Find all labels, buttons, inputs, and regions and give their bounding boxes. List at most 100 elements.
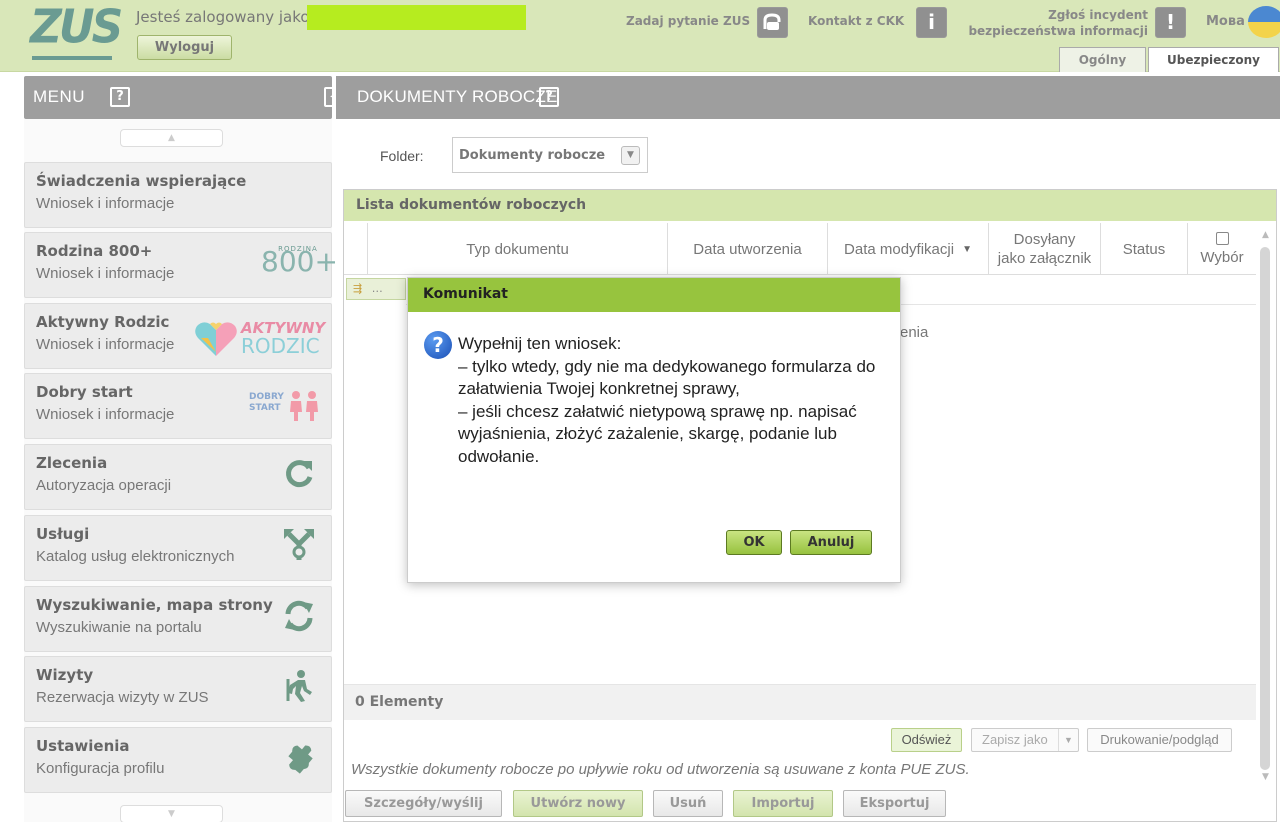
menu-item-search[interactable]: Wyszukiwanie, mapa strony Wyszukiwanie n… [24, 586, 332, 652]
ask-zus-link[interactable]: Zadaj pytanie ZUS [626, 14, 750, 28]
cancel-button[interactable]: Anuluj [790, 530, 872, 555]
scrollbar-thumb[interactable] [1260, 247, 1270, 770]
menu-item-subtitle: Wyszukiwanie na portalu [36, 619, 202, 636]
tab-insured[interactable]: Ubezpieczony [1148, 47, 1279, 72]
menu-item-active-parent[interactable]: Aktywny Rodzic Wniosek i informacje AKTY… [24, 303, 332, 369]
menu-header: MENU ? ◀ [24, 76, 344, 119]
menu-item-subtitle: Wniosek i informacje [36, 265, 175, 282]
menu-item-visits[interactable]: Wizyty Rezerwacja wizyty w ZUS [24, 656, 332, 722]
save-as-label: Zapisz jako [982, 732, 1048, 747]
create-new-button[interactable]: Utwórz nowy [513, 790, 643, 817]
page-help-icon[interactable]: ? [539, 87, 559, 107]
save-as-button[interactable]: Zapisz jako ▼ [971, 728, 1079, 752]
menu-scroll-up-button[interactable]: ▲ [120, 129, 223, 147]
menu-item-title: Zlecenia [36, 454, 108, 472]
column-header-select-label: Wybór [1200, 248, 1244, 266]
chevron-down-icon[interactable]: ▼ [1058, 729, 1078, 751]
menu-help-icon[interactable]: ? [110, 87, 130, 107]
refresh-arrow-icon [279, 457, 319, 499]
info-icon[interactable]: i [916, 7, 947, 38]
filter-ellipsis: … [371, 282, 383, 295]
ukraine-flag-icon[interactable] [1248, 6, 1280, 38]
refresh-button[interactable]: Odśwież [891, 728, 962, 752]
logged-in-label: Jesteś zalogowany jako: [136, 8, 315, 26]
report-incident-link[interactable]: Zgłoś incydent bezpieczeństwa informacji [966, 7, 1148, 39]
column-header-attachment-line1: Dosyłany [1013, 231, 1076, 248]
menu-item-orders[interactable]: Zlecenia Autoryzacja operacji [24, 444, 332, 510]
menu-item-settings[interactable]: Ustawienia Konfiguracja profilu [24, 727, 332, 793]
badge-line2: START [249, 403, 281, 413]
column-header-modified-label: Data modyfikacji [844, 240, 955, 258]
item-count-bar: 0 Elementy [344, 684, 1256, 720]
language-link[interactable]: Мова [1206, 14, 1245, 29]
column-header-status[interactable]: Status [1100, 223, 1187, 275]
dobry-start-logo-icon: DOBRY START [249, 390, 323, 432]
ask-question-icon[interactable] [757, 7, 788, 38]
menu-item-subtitle: Konfiguracja profilu [36, 760, 165, 777]
zus-logo[interactable]: ZUS [30, 1, 123, 60]
walking-person-icon [279, 669, 319, 711]
logo-underline [32, 56, 112, 60]
menu-item-title: Świadczenia wspierające [36, 172, 247, 190]
menu-item-family-800[interactable]: Rodzina 800+ Wniosek i informacje RODZIN… [24, 232, 338, 298]
item-count-label: 0 Elementy [355, 694, 444, 710]
filter-toggle[interactable]: ⇶ … [346, 278, 406, 300]
menu-item-subtitle: Wniosek i informacje [36, 336, 175, 353]
logout-button[interactable]: Wyloguj [137, 35, 232, 60]
menu-item-good-start[interactable]: Dobry start Wniosek i informacje DOBRY S… [24, 373, 332, 439]
empty-list-message: enia [900, 324, 929, 341]
menu-item-title: Dobry start [36, 383, 133, 401]
main-header: DOKUMENTY ROBOCZE ? [336, 76, 1280, 119]
tab-general[interactable]: Ogólny [1059, 47, 1146, 72]
ok-button[interactable]: OK [726, 530, 782, 555]
menu-item-title: Aktywny Rodzic [36, 313, 170, 331]
delete-button[interactable]: Usuń [653, 790, 723, 817]
ckk-contact-link[interactable]: Kontakt z CKK [808, 14, 904, 28]
print-preview-button[interactable]: Drukowanie/podgląd [1087, 728, 1232, 752]
menu-item-subtitle: Autoryzacja operacji [36, 477, 172, 494]
column-header-modified[interactable]: Data modyfikacji ▼ [827, 223, 988, 275]
page-title: DOKUMENTY ROBOCZE [357, 87, 558, 106]
folder-select[interactable]: Dokumenty robocze ▼ [452, 137, 648, 173]
filter-icon: ⇶ [353, 282, 363, 295]
column-header-select: Wybór [1187, 223, 1256, 275]
services-arrows-icon [279, 528, 319, 570]
scroll-up-arrow-icon[interactable]: ▲ [1262, 230, 1269, 240]
list-scrollbar[interactable]: ▲ ▼ [1257, 230, 1275, 786]
user-name-redacted [307, 5, 526, 30]
folder-label: Folder: [380, 148, 424, 164]
menu-item-services[interactable]: Usługi Katalog usług elektronicznych [24, 515, 332, 581]
menu-item-title: Usługi [36, 525, 90, 543]
list-title: Lista dokumentów roboczych [356, 197, 587, 213]
menu-title: MENU [33, 87, 86, 106]
details-send-button[interactable]: Szczegóły/wyślij [345, 790, 502, 817]
grid-header-row: Typ dokumentu Data utworzenia Data modyf… [344, 223, 1256, 275]
menu-item-support-benefits[interactable]: Świadczenia wspierające Wniosek i inform… [24, 162, 332, 228]
badge-big-text: 800+ [261, 245, 338, 278]
import-button[interactable]: Importuj [733, 790, 833, 817]
menu-scroll-down-button[interactable]: ▼ [120, 805, 223, 822]
menu-item-subtitle: Wniosek i informacje [36, 406, 175, 423]
menu-item-subtitle: Wniosek i informacje [36, 195, 175, 212]
column-header-created[interactable]: Data utworzenia [667, 223, 827, 275]
dialog-title-bar[interactable]: Komunikat [408, 278, 900, 312]
bottom-action-bar: Szczegóły/wyślij Utwórz nowy Usuń Import… [343, 790, 1043, 818]
select-all-checkbox[interactable] [1215, 231, 1229, 245]
column-header-type[interactable]: Typ dokumentu [367, 223, 667, 275]
chevron-down-icon[interactable]: ▼ [621, 146, 640, 165]
rodzina-800-logo-icon: RODZINA 800+ [261, 245, 338, 287]
message-dialog: Komunikat ? Wypełnij ten wniosek: – tylk… [407, 277, 901, 583]
badge-line1: DOBRY [249, 392, 284, 402]
logo-text: ZUS [30, 0, 123, 55]
scroll-down-arrow-icon[interactable]: ▼ [1262, 772, 1269, 782]
column-header-attachment[interactable]: Dosyłany jako załącznik [988, 223, 1100, 275]
column-header-attachment-line2: jako załącznik [997, 250, 1092, 267]
puzzle-icon [279, 740, 319, 782]
list-title-bar: Lista dokumentów roboczych [344, 190, 1276, 221]
menu-item-subtitle: Katalog usług elektronicznych [36, 548, 235, 565]
exclamation-icon[interactable]: ! [1155, 7, 1186, 38]
export-button[interactable]: Eksportuj [843, 790, 946, 817]
incident-label-line2: bezpieczeństwa informacji [968, 24, 1148, 38]
incident-label-line1: Zgłoś incydent [1048, 8, 1148, 22]
question-icon: ? [424, 331, 452, 359]
